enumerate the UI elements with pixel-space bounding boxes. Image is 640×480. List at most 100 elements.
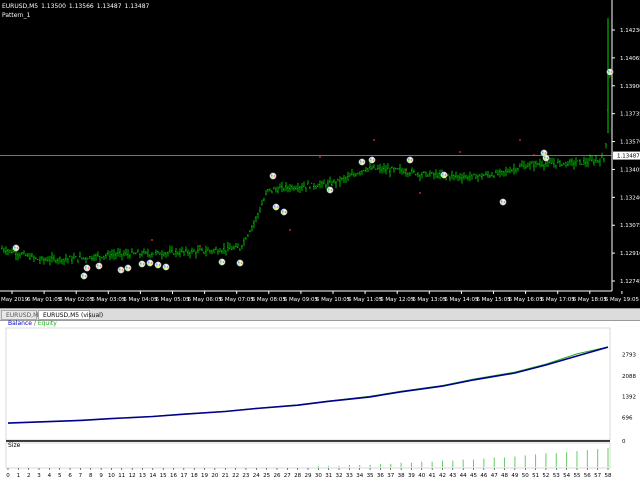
- x-tick-label: 39: [408, 473, 415, 479]
- x-tick-label: 25: [263, 473, 270, 479]
- x-tick-label: 10: [108, 473, 115, 479]
- time-tick-label: 6 May 06:05: [187, 297, 222, 303]
- pattern-marker-dot: [369, 160, 372, 162]
- x-tick-label: 44: [460, 473, 467, 479]
- graph-legend: Balance / Equity: [8, 320, 57, 328]
- pattern-marker-dot: [81, 274, 84, 276]
- order-level-dot: [419, 192, 421, 194]
- pattern-marker-dot: [270, 176, 273, 178]
- pattern-marker-dot: [163, 267, 166, 269]
- pattern-marker-dot: [273, 175, 276, 177]
- pattern-marker-dot: [163, 265, 166, 267]
- pattern-marker-dot: [500, 200, 503, 202]
- time-tick-label: 6 May 15:05: [476, 297, 511, 303]
- pattern-marker-dot: [125, 266, 128, 268]
- pattern-marker-dot: [127, 265, 130, 268]
- x-tick-label: 48: [501, 473, 508, 479]
- x-tick-label: 34: [356, 473, 363, 479]
- time-tick-label: 6 May 01:05: [27, 297, 62, 303]
- pattern-marker-dot: [141, 264, 144, 267]
- x-tick-label: 33: [346, 473, 353, 479]
- pattern-marker-dot: [283, 209, 286, 212]
- x-tick-label: 43: [449, 473, 456, 479]
- x-tick-label: 21: [222, 473, 229, 479]
- x-tick-label: 15: [160, 473, 167, 479]
- pattern-marker-dot: [502, 199, 505, 202]
- pattern-marker-dot: [166, 266, 169, 268]
- pattern-marker-dot: [237, 261, 240, 263]
- pattern-marker-dot: [441, 175, 444, 177]
- pattern-marker-dot: [98, 263, 101, 266]
- x-tick-label: 7: [79, 473, 83, 479]
- pattern-marker-dot: [443, 172, 446, 175]
- pattern-marker-dot: [369, 158, 372, 160]
- price-tick-label: 1.12910: [620, 251, 640, 257]
- pattern-marker-dot: [546, 157, 549, 159]
- balance-axis-label: 2088: [622, 374, 636, 380]
- pattern-marker-dot: [329, 187, 332, 190]
- price-tick-label: 1.13405: [620, 167, 640, 173]
- pattern-marker-dot: [273, 207, 276, 209]
- x-tick-label: 19: [201, 473, 208, 479]
- pattern-marker-dot: [276, 206, 279, 208]
- chart-tabs: EURUSD,M1 EURUSD,M5 (visual): [0, 308, 640, 321]
- x-tick-label: 55: [573, 473, 580, 479]
- pattern-marker-dot: [87, 267, 90, 269]
- pattern-marker-dot: [165, 267, 168, 270]
- x-tick-label: 28: [294, 473, 301, 479]
- x-tick-label: 8: [89, 473, 93, 479]
- x-tick-label: 11: [118, 473, 125, 479]
- pattern-marker-dot: [165, 264, 168, 267]
- pattern-marker-dot: [609, 69, 612, 72]
- pattern-marker-dot: [139, 262, 142, 264]
- tab-eurusd-m5-visual[interactable]: EURUSD,M5 (visual): [38, 310, 103, 320]
- balance-graph-frame: [5, 327, 611, 441]
- time-tick-label: 6 May 2019: [0, 297, 29, 303]
- pattern-marker-dot: [544, 152, 547, 154]
- tab-eurusd-m1[interactable]: EURUSD,M1: [1, 310, 42, 320]
- x-tick-label: 18: [191, 473, 198, 479]
- pattern-marker-dot: [359, 160, 362, 162]
- pattern-marker-dot: [96, 266, 99, 268]
- time-tick-label: 6 May 03:05: [91, 297, 126, 303]
- pattern-marker-dot: [99, 265, 102, 267]
- pattern-marker-dot: [273, 205, 276, 207]
- price-tick-label: 1.13240: [620, 195, 640, 201]
- pattern-marker-dot: [222, 261, 225, 263]
- pattern-marker-dot: [270, 174, 273, 176]
- pattern-marker-dot: [16, 247, 19, 249]
- chart-header: EURUSD,M5 1.13500 1.13566 1.13487 1.13487 Pa…: [2, 2, 152, 20]
- pattern-marker-dot: [221, 259, 224, 262]
- x-tick-label: 14: [149, 473, 156, 479]
- pattern-markers: [12, 68, 614, 280]
- pattern-marker-dot: [409, 160, 412, 163]
- pattern-marker-dot: [284, 211, 287, 213]
- current-price-label: 1.13487: [617, 154, 640, 160]
- time-tick-label: 6 May 08:05: [252, 297, 287, 303]
- tester-graph: 2793 2088 1392 696 0 0 1 2 3 4 5 6 7 8 9 10 11 12 13 14 15 16…: [0, 320, 640, 480]
- pattern-marker-dot: [149, 263, 152, 266]
- x-tick-label: 56: [584, 473, 591, 479]
- x-tick-label: 57: [594, 473, 601, 479]
- pattern-marker-dot: [118, 268, 121, 270]
- x-tick-label: 30: [315, 473, 322, 479]
- high-value: 1.13566: [68, 3, 94, 10]
- pattern-marker-dot: [15, 245, 18, 248]
- pattern-marker-dot: [239, 263, 242, 266]
- x-tick-label: 20: [211, 473, 218, 479]
- pattern-marker-dot: [409, 157, 412, 160]
- time-tick-label: 6 May 16:05: [508, 297, 543, 303]
- price-tick-label: 1.14065: [620, 56, 640, 62]
- price-chart[interactable]: 1.14230 1.14065 1.13900 1.13735 1.13570 1.134…: [0, 0, 640, 308]
- balance-axis-label: 0: [622, 439, 626, 445]
- order-level-dot: [373, 139, 375, 141]
- x-tick-label: 35: [367, 473, 374, 479]
- x-tick-label: 17: [180, 473, 187, 479]
- time-tick-label: 6 May 05:05: [155, 297, 190, 303]
- pattern-marker-dot: [610, 71, 613, 73]
- pattern-marker-dot: [84, 268, 87, 270]
- x-tick-label: 41: [429, 473, 436, 479]
- pattern-marker-dot: [502, 202, 505, 205]
- x-tick-label: 0: [6, 473, 10, 479]
- order-level-dot: [459, 151, 461, 153]
